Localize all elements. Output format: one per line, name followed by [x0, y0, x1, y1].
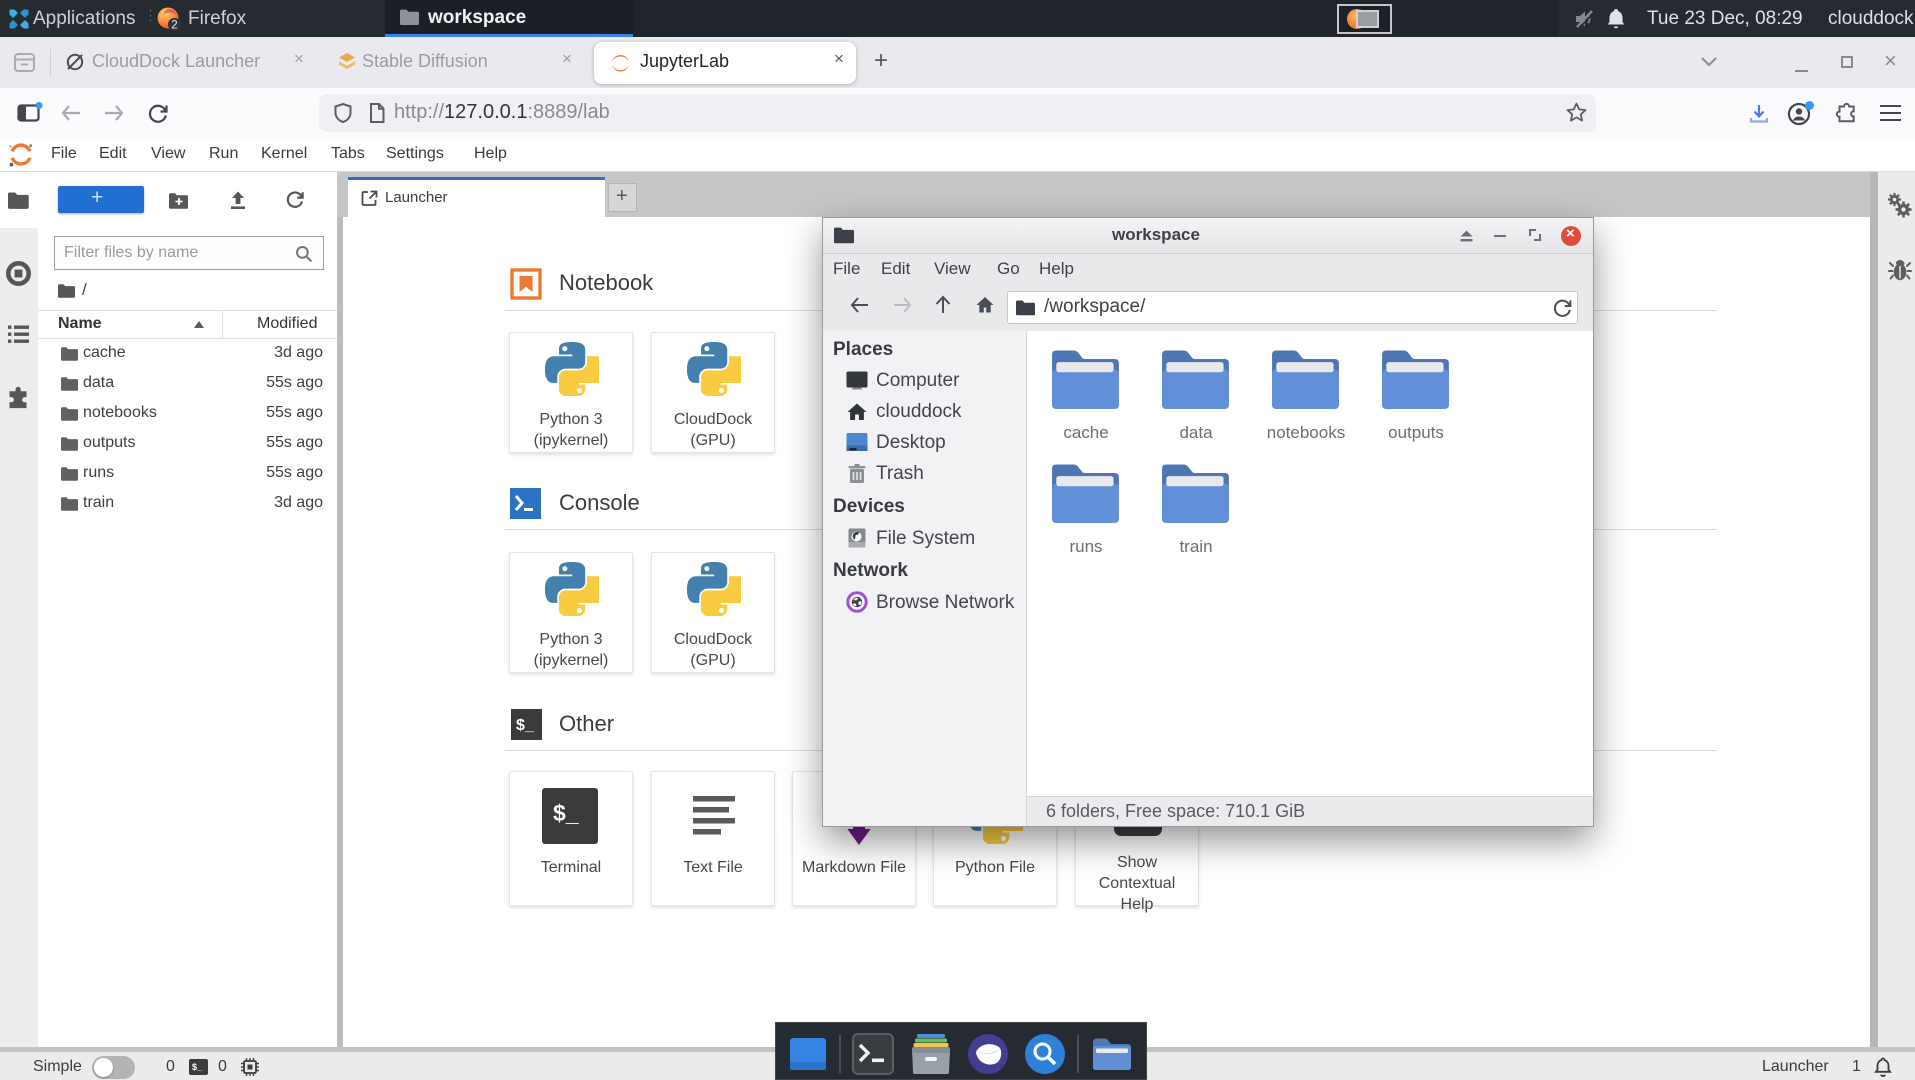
svg-text:2: 2 — [171, 20, 177, 32]
svg-text:$_: $_ — [516, 717, 535, 734]
